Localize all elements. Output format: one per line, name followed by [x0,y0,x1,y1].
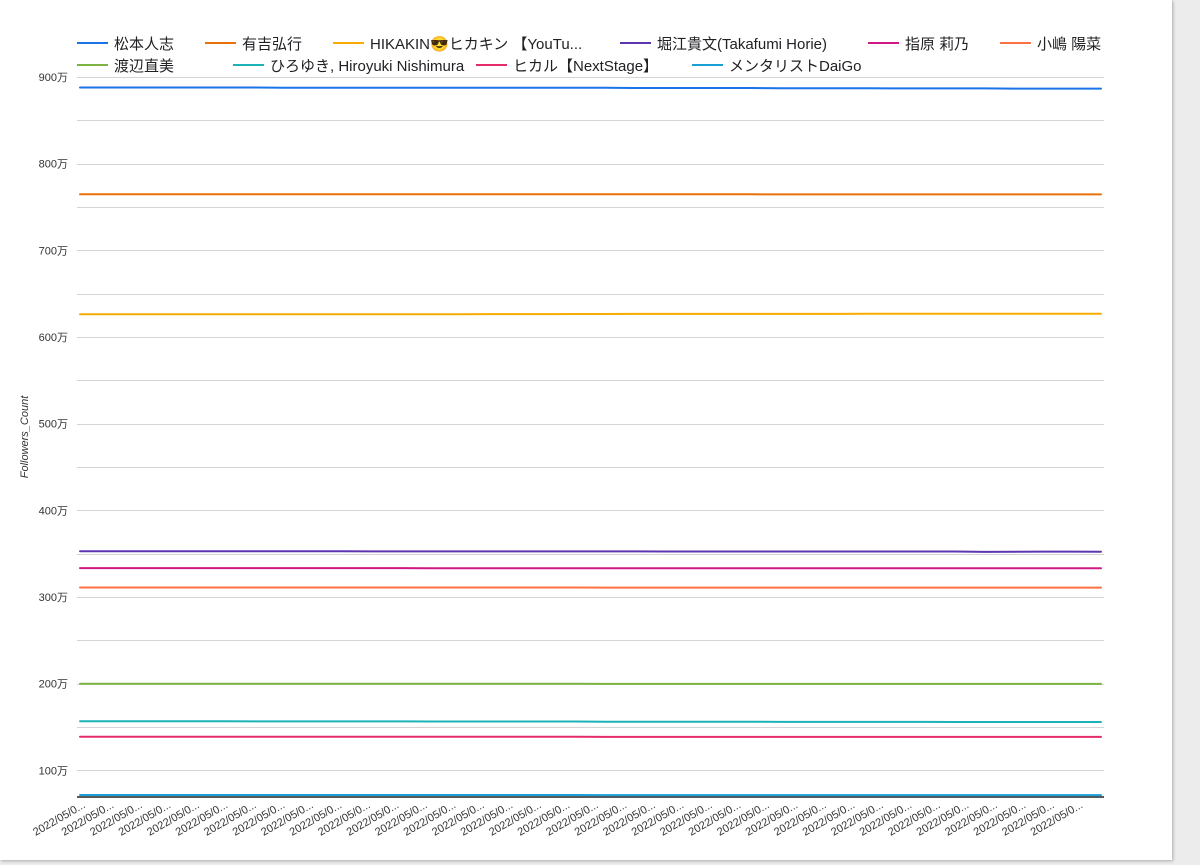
legend-item-5: 指原 莉乃 [868,33,969,53]
y-tick-label: 600万 [39,332,68,344]
y-axis: 100万200万300万400万500万600万700万800万900万 [39,72,68,777]
legend-swatch [692,64,723,66]
legend-swatch [77,64,108,66]
legend-swatch [333,42,364,44]
x-axis: 2022/05/0...2022/05/0...2022/05/0...2022… [31,799,1085,838]
legend-swatch [205,42,236,44]
legend-label: 有吉弘行 [242,35,303,53]
legend-swatch [1000,42,1031,44]
legend-swatch [620,42,651,44]
legend-label: メンタリストDaiGo [729,57,862,75]
legend-label: 小嶋 陽菜 [1037,35,1102,53]
y-tick-label: 100万 [39,765,68,777]
legend-item-10: メンタリストDaiGo [692,55,862,75]
legend-item-7: 渡辺直美 [77,55,174,75]
chart-svg: 100万200万300万400万500万600万700万800万900万 Fol… [19,72,1104,839]
legend-label: 松本人志 [114,35,175,53]
series-line-1 [79,86,1102,90]
y-tick-label: 700万 [39,245,68,257]
y-tick-label: 400万 [39,505,68,517]
y-tick-label: 300万 [39,592,68,604]
legend-label: 堀江貴文(Takafumi Horie) [657,35,828,53]
legend-label: ひろゆき, Hiroyuki Nishimura [270,57,465,75]
series-line-8 [79,720,1102,723]
legend-item-6: 小嶋 陽菜 [1000,33,1101,53]
legend-item-9: ヒカル【NextStage】 [476,55,658,75]
legend-swatch [476,64,507,66]
series-line-4 [79,550,1102,553]
legend-item-2: 有吉弘行 [205,33,302,53]
legend-swatch [233,64,264,66]
legend-label: ヒカル【NextStage】 [513,57,659,75]
legend-item-1: 松本人志 [77,33,174,53]
legend-item-8: ひろゆき, Hiroyuki Nishimura [233,55,464,75]
legend-item-3: HIKAKIN😎ヒカキン 【YouTu... [333,33,582,53]
series-line-3 [79,312,1102,316]
chart-legend: 松本人志 有吉弘行 HIKAKIN😎ヒカキン 【YouTu... 堀江貴文(Ta… [0,0,1172,80]
legend-swatch [868,42,899,44]
legend-label: 渡辺直美 [114,57,175,75]
chart-card: 100万 200万 300万 400万 500万 600万 700万 800万 900万 Fol… [0,0,1172,860]
legend-label: 指原 莉乃 [905,35,970,53]
legend-label: HIKAKIN😎ヒカキン 【YouTu... [370,35,583,53]
gridlines [77,77,1104,771]
y-tick-label: 200万 [39,679,68,691]
y-tick-label: 800万 [39,159,68,171]
legend-item-4: 堀江貴文(Takafumi Horie) [620,33,827,53]
y-tick-label: 500万 [39,419,68,431]
y-axis-title: Followers_Count [19,395,31,478]
legend-swatch [77,42,108,44]
series-lines [79,86,1102,797]
